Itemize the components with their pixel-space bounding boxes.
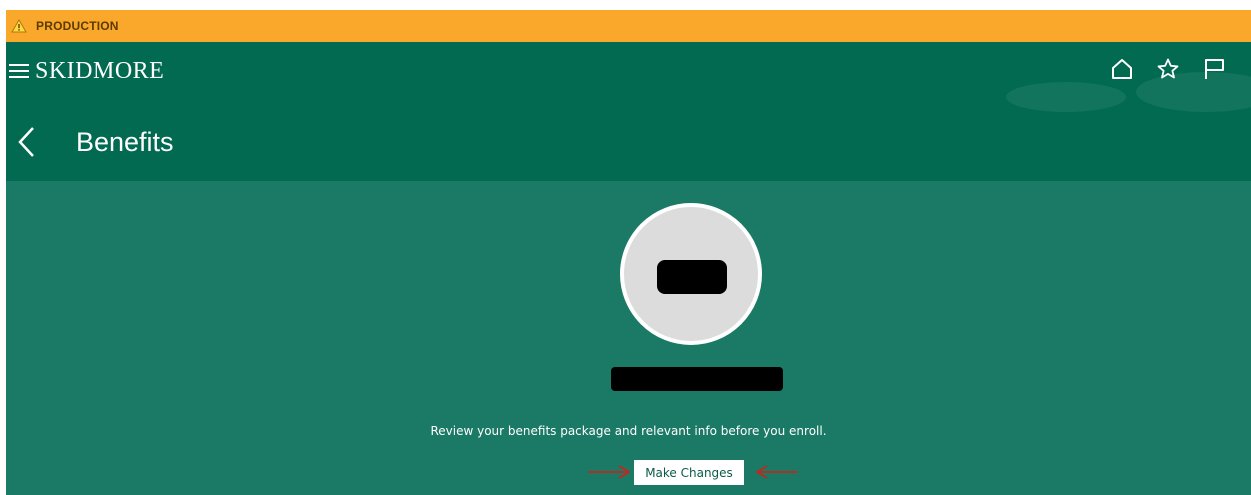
avatar	[620, 203, 762, 345]
redacted-initials	[657, 260, 727, 294]
page-title: Benefits	[76, 126, 174, 157]
brand-row: SKIDMORE	[6, 56, 164, 86]
title-row: Benefits	[6, 120, 174, 164]
header-decoration	[1006, 82, 1126, 112]
annotation-arrow-right-icon	[588, 465, 631, 479]
home-icon[interactable]	[1109, 56, 1135, 82]
environment-label: PRODUCTION	[36, 19, 119, 33]
environment-banner: PRODUCTION	[6, 10, 1251, 42]
warning-icon	[10, 18, 28, 34]
description-text: Review your benefits package and relevan…	[430, 424, 827, 438]
redacted-name	[611, 367, 783, 391]
app-window: PRODUCTION SKIDMORE Benefits Review your…	[0, 0, 1251, 495]
brand-logo[interactable]: SKIDMORE	[35, 58, 164, 85]
star-icon[interactable]	[1155, 56, 1181, 82]
header: SKIDMORE Benefits	[6, 42, 1251, 181]
flag-icon[interactable]	[1201, 56, 1227, 82]
back-button[interactable]	[14, 124, 40, 160]
hamburger-menu-icon[interactable]	[9, 60, 31, 82]
make-changes-button[interactable]: Make Changes	[634, 460, 744, 485]
main-content: Review your benefits package and relevan…	[6, 181, 1251, 495]
nav-actions	[1109, 56, 1227, 82]
annotation-arrow-left-icon	[755, 465, 798, 479]
chevron-left-icon	[18, 127, 34, 157]
